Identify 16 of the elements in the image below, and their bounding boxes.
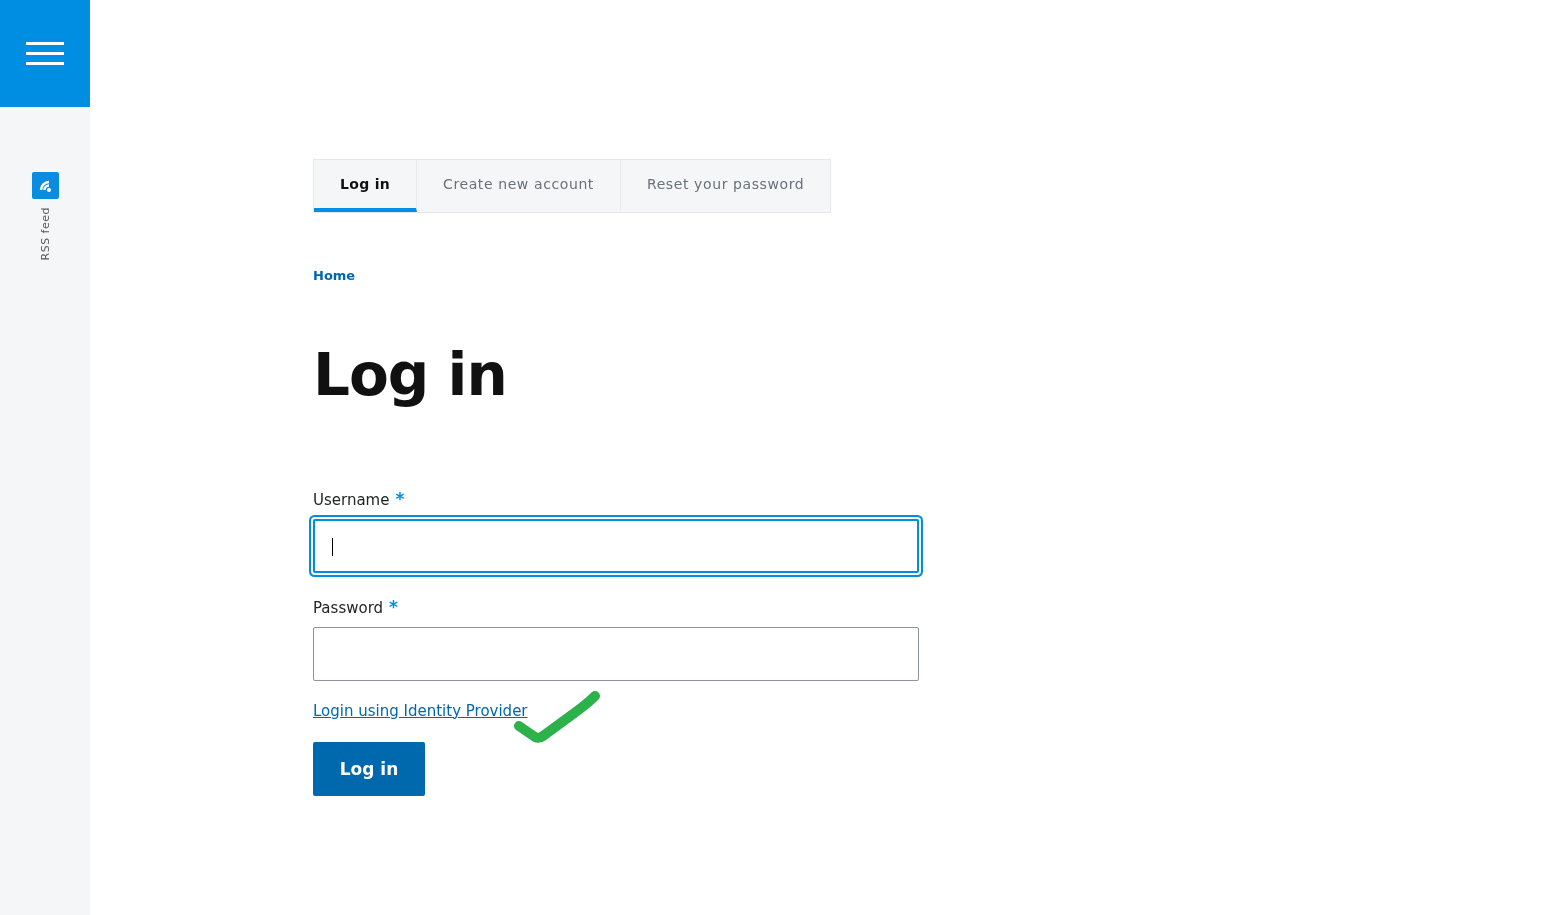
field-label: Username xyxy=(313,490,390,509)
input-field[interactable] xyxy=(313,626,919,681)
rss-icon xyxy=(31,172,59,199)
menu-button[interactable] xyxy=(0,0,90,107)
rss-feed-link[interactable]: RSS feed xyxy=(38,207,52,261)
required-mark: * xyxy=(395,490,405,509)
tab[interactable]: Log in xyxy=(314,160,417,212)
required-mark: * xyxy=(389,598,398,617)
identity-provider-link[interactable]: Login using Identity Provider xyxy=(313,701,528,720)
field-label: Password xyxy=(313,598,384,617)
input-field[interactable] xyxy=(313,518,919,573)
text-caret xyxy=(332,537,333,556)
login-button[interactable]: Log in xyxy=(313,741,425,796)
breadcrumb-link[interactable]: Home xyxy=(313,268,356,283)
menu-icon xyxy=(26,41,64,66)
page-title: Log in xyxy=(313,341,507,411)
